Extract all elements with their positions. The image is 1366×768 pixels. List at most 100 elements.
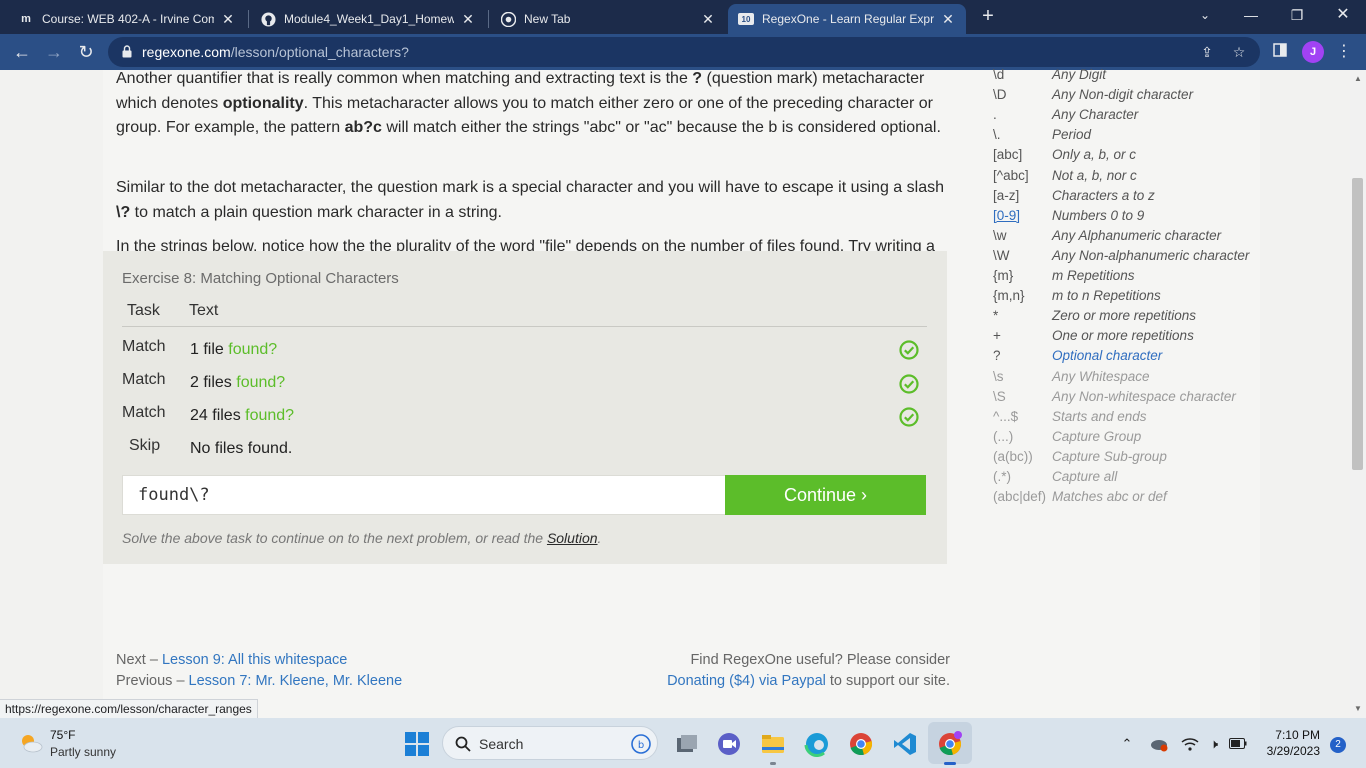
prev-prefix: Previous – — [116, 673, 189, 689]
reference-description: m to n Repetitions — [1052, 288, 1161, 304]
reference-token: (abc|def) — [993, 489, 1047, 505]
weather-temperature: 75°F — [50, 728, 76, 742]
emphasis-text: ? — [692, 70, 703, 87]
forward-arrow-icon[interactable]: → — [42, 40, 66, 64]
reference-token: \. — [993, 127, 1001, 143]
reference-description: Any Non-whitespace character — [1052, 388, 1236, 404]
reference-token[interactable]: [0-9] — [993, 208, 1020, 223]
scroll-down-arrow-icon[interactable]: ▼ — [1353, 704, 1363, 714]
weather-description: Partly sunny — [50, 745, 117, 759]
reference-description: Capture all — [1052, 469, 1118, 484]
paragraph-text: will match either the strings "abc" or "… — [381, 119, 941, 137]
reference-token: ^...$ — [993, 408, 1019, 424]
onedrive-icon[interactable] — [1150, 736, 1168, 752]
regex-input-value: found\? — [138, 485, 210, 505]
close-tab-icon[interactable]: ✕ — [460, 11, 476, 28]
file-explorer-icon[interactable] — [760, 731, 786, 757]
address-bar[interactable]: regexone.com/lesson/optional_characters?… — [108, 37, 1260, 67]
lock-icon — [122, 45, 132, 58]
next-lesson-link[interactable]: Lesson 9: All this whitespace — [162, 652, 347, 668]
running-indicator — [770, 762, 776, 765]
tab-separator — [248, 10, 249, 28]
tab-search-chevron-icon[interactable]: ⌄ — [1182, 0, 1228, 30]
page-scrollbar[interactable]: ▲ ▼ — [1350, 70, 1366, 718]
reference-token: \S — [993, 388, 1006, 404]
battery-icon[interactable] — [1229, 738, 1247, 749]
previous-lesson-link[interactable]: Lesson 7: Mr. Kleene, Mr. Kleene — [189, 673, 403, 689]
note-text-end: . — [597, 530, 602, 546]
close-tab-icon[interactable]: ✕ — [220, 11, 236, 28]
task-view-icon[interactable] — [674, 731, 700, 757]
tab-module4[interactable]: Module4_Week1_Day1_Homewo ✕ — [250, 4, 486, 34]
donate-link[interactable]: Donating ($4) via Paypal — [667, 673, 826, 689]
reference-description: Any Non-alphanumeric character — [1052, 247, 1250, 263]
close-tab-icon[interactable]: ✕ — [700, 11, 716, 28]
bing-icon[interactable]: b — [631, 734, 651, 754]
task-text-plain: No files found. — [190, 440, 293, 457]
partly-sunny-icon[interactable] — [18, 731, 44, 755]
reference-token: {m} — [993, 268, 1014, 283]
search-label: Search — [479, 736, 524, 752]
task-label: Match — [122, 371, 166, 388]
active-app-indicator — [944, 762, 956, 765]
tab-strip: m Course: WEB 402-A - Irvine Comb ✕ Modu… — [0, 0, 1366, 34]
side-panel-icon[interactable] — [1270, 42, 1290, 62]
chevron-up-icon[interactable]: ⌃ — [1118, 735, 1136, 753]
edge-icon[interactable] — [804, 731, 830, 757]
system-clock[interactable]: 7:10 PM 3/29/2023 — [1262, 727, 1320, 759]
windows-taskbar: 75°F Partly sunny Search b ⌃ 🕨 7:10 PM 3… — [0, 718, 1366, 768]
taskbar-search[interactable]: Search b — [442, 726, 658, 760]
task-text: 24 files found? — [190, 407, 294, 425]
reference-description: One or more repetitions — [1052, 328, 1194, 344]
continue-button[interactable]: Continue › — [725, 475, 926, 515]
donate-suffix: to support our site. — [825, 673, 950, 689]
reference-description: Any Non-digit character — [1052, 87, 1194, 103]
tab-regexone[interactable]: 10 RegexOne - Learn Regular Expres ✕ — [728, 4, 966, 34]
share-icon[interactable]: ⇪ — [1198, 43, 1216, 61]
teams-chat-icon[interactable] — [716, 731, 742, 757]
reference-description: Any Character — [1052, 107, 1139, 123]
reference-token: {m,n} — [993, 288, 1025, 304]
scrollbar-thumb[interactable] — [1352, 178, 1363, 470]
header-divider — [122, 326, 927, 327]
exercise-title: Exercise 8: Matching Optional Characters — [122, 270, 399, 287]
chrome-profile-icon[interactable] — [937, 731, 963, 757]
previous-lesson: Previous – Lesson 7: Mr. Kleene, Mr. Kle… — [116, 673, 402, 689]
notification-badge[interactable]: 2 — [1330, 737, 1346, 753]
bookmark-star-icon[interactable]: ☆ — [1230, 43, 1248, 61]
url-text: regexone.com/lesson/optional_characters? — [142, 44, 409, 60]
volume-muted-icon[interactable]: 🕨 — [1205, 735, 1223, 753]
restore-icon[interactable]: ❐ — [1274, 0, 1320, 30]
task-text-plain: 2 files — [190, 374, 237, 391]
task-text-match: found? — [236, 374, 286, 391]
close-window-icon[interactable]: ✕ — [1320, 0, 1366, 30]
minimize-icon[interactable]: — — [1228, 0, 1274, 30]
profile-avatar[interactable]: J — [1302, 41, 1324, 63]
scroll-up-arrow-icon[interactable]: ▲ — [1353, 74, 1363, 84]
solution-link[interactable]: Solution — [547, 530, 598, 546]
chrome-icon — [500, 11, 516, 27]
regex-input[interactable]: found\? — [122, 475, 726, 515]
svg-text:b: b — [638, 740, 644, 751]
reload-icon[interactable]: ↻ — [74, 40, 98, 64]
emphasis-text: ab?c — [344, 119, 382, 137]
reference-token: (.*) — [993, 469, 1011, 484]
check-circle-icon — [899, 374, 919, 394]
task-text-plain: 24 files — [190, 407, 246, 424]
chrome-icon[interactable] — [848, 731, 874, 757]
back-arrow-icon[interactable]: ← — [10, 40, 34, 64]
task-text-match: found? — [228, 341, 278, 358]
close-tab-icon[interactable]: ✕ — [940, 11, 956, 28]
new-tab-icon[interactable]: + — [978, 6, 998, 26]
browser-toolbar: ← → ↻ regexone.com/lesson/optional_chara… — [0, 34, 1366, 70]
clock-date: 3/29/2023 — [1266, 744, 1320, 758]
wifi-icon[interactable] — [1181, 736, 1199, 752]
tab-new-tab[interactable]: New Tab ✕ — [490, 4, 726, 34]
vscode-icon[interactable] — [892, 731, 918, 757]
reference-description: Capture Sub-group — [1052, 448, 1167, 464]
url-path: /lesson/optional_characters? — [230, 44, 409, 60]
menu-kebab-icon[interactable]: ⋮ — [1334, 42, 1354, 62]
reference-description: Numbers 0 to 9 — [1052, 207, 1145, 223]
tab-course[interactable]: m Course: WEB 402-A - Irvine Comb ✕ — [8, 4, 246, 34]
windows-start-icon[interactable] — [404, 731, 430, 757]
